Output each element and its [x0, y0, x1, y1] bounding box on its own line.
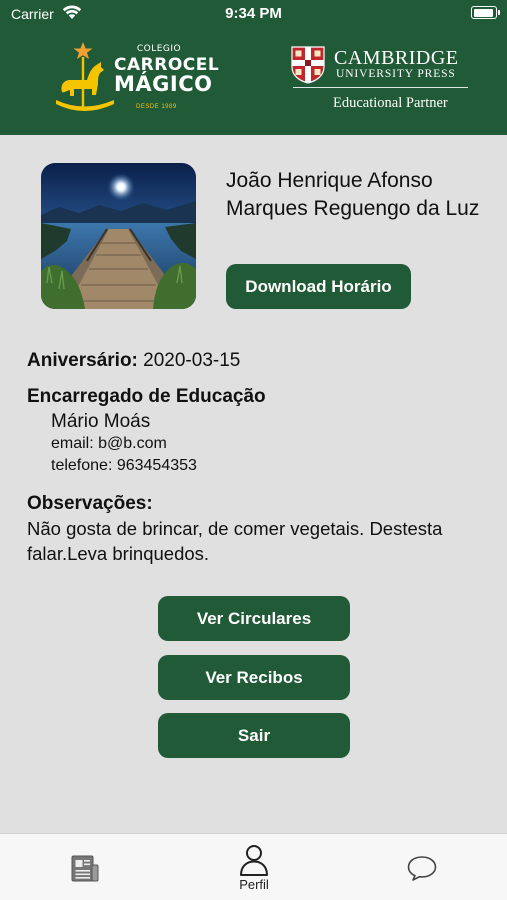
rocking-horse-icon — [56, 42, 114, 111]
cambridge-crest-icon — [291, 46, 325, 84]
tab-profile[interactable]: Perfil — [194, 834, 314, 900]
guardian-heading: Encarregado de Educação — [27, 386, 266, 407]
view-circulars-button[interactable]: Ver Circulares — [158, 596, 350, 641]
download-schedule-button[interactable]: Download Horário — [226, 264, 411, 309]
app-header: Carrier 9:34 PM COLEGIO CARROCEL MÁGICO … — [0, 0, 507, 135]
cambridge-logo: CAMBRIDGE UNIVERSITY PRESS Educational P… — [291, 46, 471, 116]
school-name-top: COLEGIO — [136, 44, 182, 54]
birthday-value: 2020-03-15 — [143, 350, 241, 371]
birthday-row: Aniversário: 2020-03-15 — [27, 350, 240, 372]
logo-divider — [293, 87, 468, 88]
partner-tagline: Educational Partner — [333, 95, 448, 111]
status-bar: Carrier 9:34 PM — [0, 0, 507, 30]
school-name-line2: MÁGICO — [114, 72, 213, 96]
status-time: 9:34 PM — [225, 5, 282, 22]
school-since: DESDE 1989 — [136, 104, 177, 110]
cambridge-subtitle: UNIVERSITY PRESS — [336, 68, 456, 80]
guardian-phone: telefone: 963454353 — [51, 457, 197, 474]
observations-heading: Observações: — [27, 493, 153, 514]
view-receipts-button[interactable]: Ver Recibos — [158, 655, 350, 700]
person-icon — [240, 845, 268, 876]
student-photo — [41, 163, 196, 309]
tab-bar: Perfil — [0, 833, 507, 900]
cambridge-name: CAMBRIDGE — [334, 47, 459, 69]
newspaper-icon — [71, 855, 99, 882]
birthday-label: Aniversário: — [27, 350, 138, 371]
student-name: João Henrique Afonso Marques Reguengo da… — [226, 169, 480, 220]
observations-text: Não gosta de brincar, de comer vegetais.… — [27, 518, 443, 564]
school-name: COLEGIO CARROCEL MÁGICO — [114, 44, 219, 96]
tab-profile-label: Perfil — [239, 877, 269, 892]
guardian-name: Mário Moás — [51, 411, 151, 432]
guardian-email: email: b@b.com — [51, 435, 167, 452]
tab-news[interactable] — [25, 834, 145, 900]
logout-button[interactable]: Sair — [158, 713, 350, 758]
school-logo: COLEGIO CARROCEL MÁGICO DESDE 1989 — [54, 40, 219, 124]
tab-messages[interactable] — [362, 834, 482, 900]
battery-icon — [471, 6, 500, 19]
chat-bubble-icon — [407, 856, 437, 881]
